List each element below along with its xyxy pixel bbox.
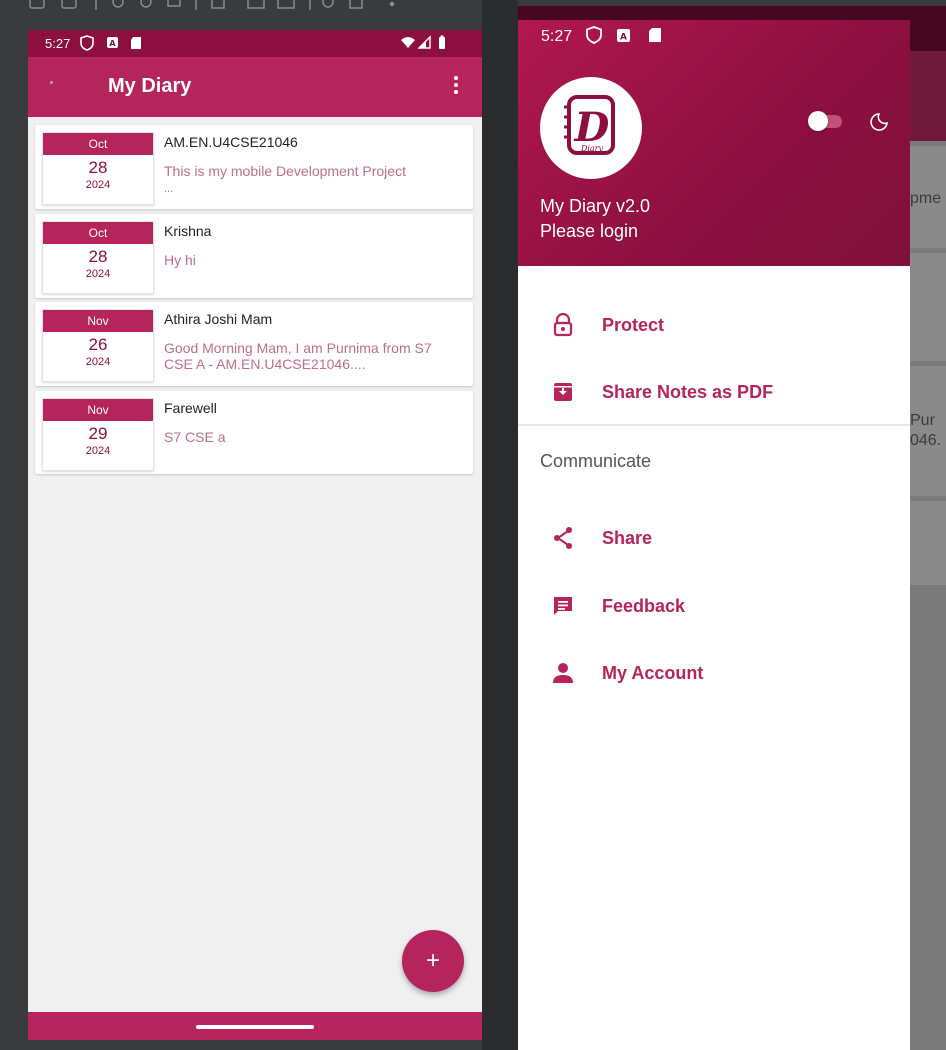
note-day: 26 [88,335,108,354]
note-date-badge: Nov 29 2024 [42,398,154,471]
note-date-badge: Nov 26 2024 [42,309,154,382]
dark-mode-toggle[interactable] [808,111,844,131]
note-year: 2024 [85,445,111,457]
left-phone-screen: 5:27 A My Diary Oct 28 2024 AM.EN.U4CSE2… [28,30,482,1040]
background-card [910,253,946,361]
drawer-item-label: Protect [602,315,665,335]
navigation-drawer: 5:27 A D Diary My Diary v2.0 Please logi… [518,20,910,1050]
drawer-item-share-pdf[interactable]: Share Notes as PDF [518,370,910,414]
app-logo: D Diary [540,77,642,179]
background-card [910,501,946,585]
note-month: Oct [43,133,153,155]
note-preview-text: This is my mobile Development Project [164,163,406,179]
note-title: Krishna [164,223,212,239]
note-title: AM.EN.U4CSE21046 [164,134,298,150]
note-preview: S7 CSE a [164,429,226,445]
drawer-header: 5:27 A D Diary My Diary v2.0 Please logi… [518,20,910,266]
login-prompt[interactable]: Please login [540,221,638,242]
note-day: 28 [88,158,108,177]
moon-icon [870,113,888,131]
note-month: Oct [43,222,153,244]
note-card[interactable]: Nov 29 2024 Farewell S7 CSE a [35,391,473,474]
signal-icon [418,35,431,49]
note-preview: Hy hi [164,252,196,268]
note-day: 28 [88,247,108,266]
vpn-shield-icon [586,26,602,44]
note-preview: Good Morning Mam, I am Purnima from S7 C… [164,340,432,372]
note-year: 2024 [85,356,111,368]
status-bar: 5:27 A [28,30,482,57]
drawer-item-label: Share [602,528,653,548]
feedback-icon [554,597,572,615]
drawer-item-protect[interactable]: Protect [518,303,910,347]
note-date-badge: Oct 28 2024 [42,132,154,205]
background-text: 046. [910,432,942,449]
home-gesture-handle[interactable] [196,1025,314,1029]
vpn-shield-icon [80,35,94,51]
note-card[interactable]: Oct 28 2024 AM.EN.U4CSE21046 This is my … [35,125,473,209]
gesture-nav-bar [28,1012,482,1040]
battery-icon [439,35,445,49]
note-title: Farewell [164,400,217,416]
nav-drawer-touch-target[interactable] [50,81,53,84]
drawer-item-my-account[interactable]: My Account [518,651,910,695]
note-month: Nov [43,399,153,421]
app-bar: My Diary [28,57,482,117]
drawer-item-feedback[interactable]: Feedback [518,584,910,628]
app-title: My Diary [108,75,192,97]
note-date-badge: Oct 28 2024 [42,221,154,294]
background-text: Pur [910,412,935,429]
window-gutter [482,0,518,1050]
emulator-toolbar-icons [29,0,395,10]
drawer-divider [518,424,910,426]
notification-a-icon: A [107,37,118,48]
note-day: 29 [88,424,108,443]
note-year: 2024 [85,268,111,280]
note-card[interactable]: Nov 26 2024 Athira Joshi Mam Good Mornin… [35,302,473,386]
note-year: 2024 [85,179,111,191]
emulator-toolbar [0,0,515,26]
overflow-menu-icon[interactable] [452,76,460,98]
status-time: 5:27 [541,28,573,45]
status-time: 5:27 [45,36,71,51]
app-version: My Diary v2.0 [540,196,651,216]
account-icon [553,663,573,683]
diary-logo-icon: D Diary [564,95,615,155]
note-title: Athira Joshi Mam [164,311,273,327]
drawer-item-label: My Account [602,663,704,683]
drawer-item-label: Share Notes as PDF [602,382,774,402]
toggle-thumb [808,111,828,131]
right-phone-screen: pme Pur 046. 5:27 A D Diary My Diary v2.… [518,6,946,1050]
share-icon [554,527,572,549]
note-month: Nov [43,310,153,332]
svg-text:A: A [109,39,116,48]
add-note-button[interactable]: + [402,930,464,992]
lock-icon [553,313,573,337]
drawer-item-share[interactable]: Share [518,516,910,560]
archive-download-icon [554,383,572,401]
background-card [910,366,946,496]
sd-card-icon [649,28,661,42]
wifi-icon [401,37,415,48]
svg-text:A: A [620,33,627,43]
background-text: pme [910,190,942,207]
section-title-communicate: Communicate [540,451,652,471]
logo-word: Diary [580,144,604,153]
sd-card-icon [131,37,141,49]
note-preview-ellipsis: ... [164,183,174,195]
notification-a-icon: A [617,29,630,43]
note-card[interactable]: Oct 28 2024 Krishna Hy hi [35,214,473,298]
note-preview: This is my mobile Development Project ..… [164,163,464,197]
drawer-item-label: Feedback [602,596,686,616]
